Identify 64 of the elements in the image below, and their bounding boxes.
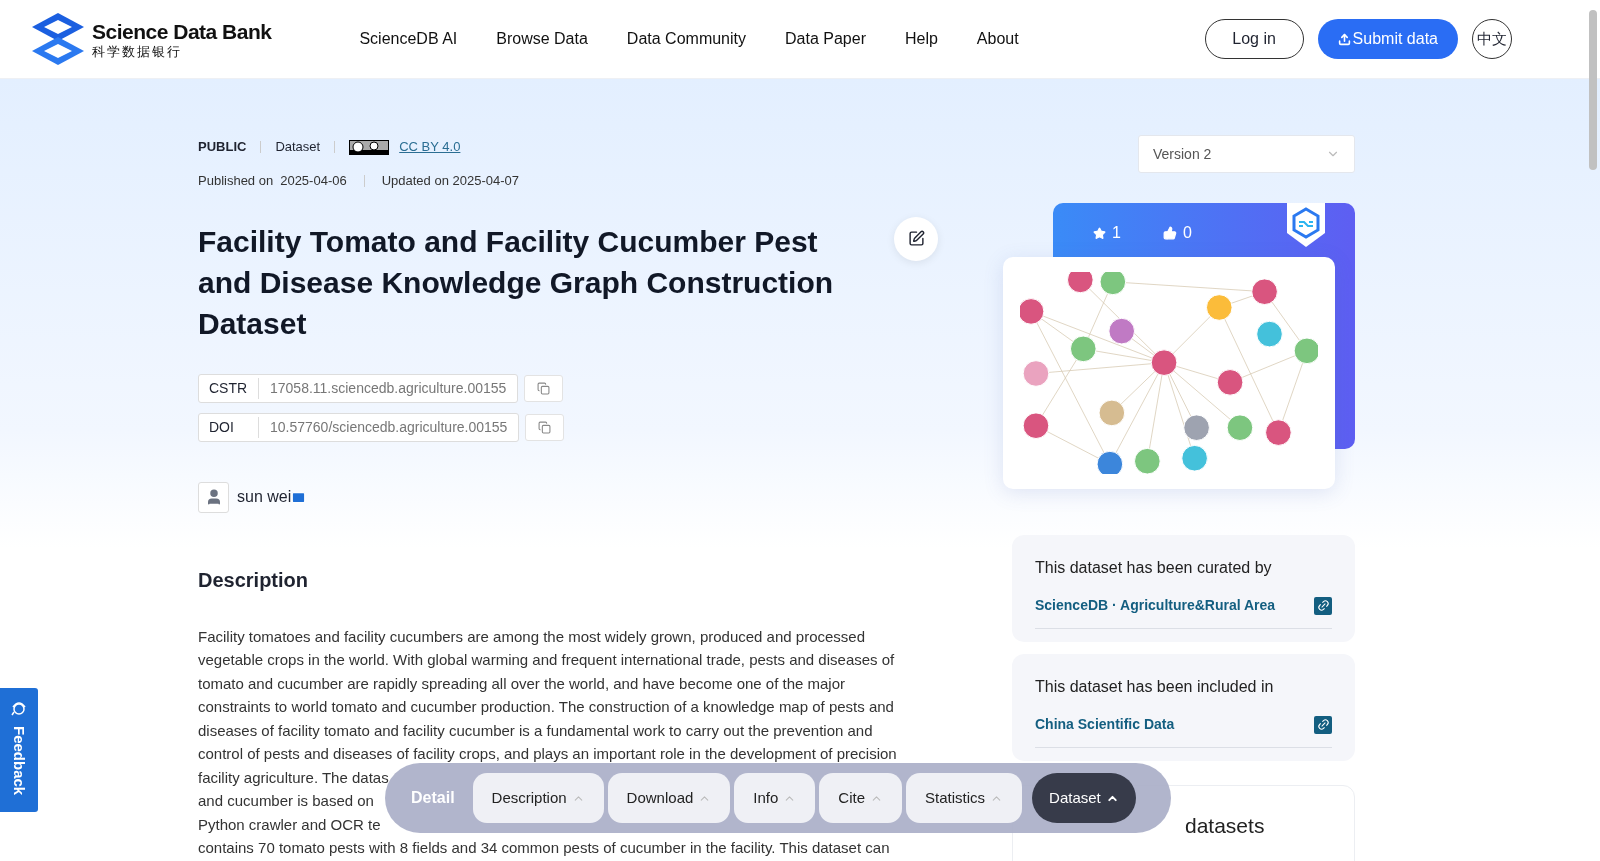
section-tab[interactable]: Download: [607, 773, 731, 823]
collection-caption: This dataset has been curated by: [1035, 558, 1273, 578]
language-button[interactable]: 中文: [1472, 19, 1512, 59]
description-line: Facility tomatoes and facility cucumbers are among the most widely grown, produced and processed: [198, 626, 865, 647]
collection-link[interactable]: ScienceDB · Agriculture&Rural Area: [1035, 595, 1276, 616]
star-icon: [1093, 226, 1106, 240]
nav-link[interactable]: Help: [904, 27, 938, 51]
published-date: 2025-04-06: [280, 172, 347, 190]
thumbs-up-icon: [1162, 226, 1177, 240]
nav-link[interactable]: ScienceDB AI: [359, 27, 458, 51]
access-label: PUBLIC: [198, 138, 247, 157]
like-count[interactable]: 0: [1162, 221, 1192, 245]
type-label: Dataset: [275, 138, 321, 157]
identifier-value: 10.57760/sciencedb.agriculture.00155: [269, 417, 509, 437]
cc-license-icon: [349, 139, 390, 155]
section-tab[interactable]: Cite: [819, 773, 903, 823]
nav-link[interactable]: Data Community: [626, 27, 746, 51]
login-button[interactable]: Log in: [1204, 19, 1304, 59]
license-link[interactable]: CC BY 4.0: [399, 137, 461, 157]
logo-subtitle: 科学数据银行: [92, 44, 183, 58]
submit-data-button[interactable]: Submit data: [1317, 19, 1458, 59]
section-nav-title: Detail: [411, 788, 455, 808]
upload-icon: [1337, 32, 1351, 46]
description-line: diseases of facility tomato and facility cucumber is a fundamental work to carry out the prevention and: [198, 720, 873, 741]
copy-icon: [537, 381, 551, 395]
related-heading: datasets: [1185, 814, 1265, 837]
nav-link[interactable]: Data Paper: [785, 27, 866, 51]
section-tab[interactable]: Info: [734, 773, 816, 823]
identifier-label: CSTR: [199, 377, 259, 399]
updated-date: Updated on 2025-04-07: [381, 172, 519, 190]
section-tab[interactable]: Description: [472, 773, 604, 823]
nav-link[interactable]: Browse Data: [496, 27, 588, 51]
identifier-value: 17058.11.sciencedb.agriculture.00155: [269, 378, 508, 398]
description-line: Python crawler and OCR te: [198, 814, 381, 835]
identifier-label: DOI: [199, 416, 259, 438]
description-line: contains 70 tomato pests with 8 fields and 34 common pests of cucumber in the facility. This dataset can: [198, 838, 890, 858]
description-line: control of pests and diseases of facility crops, and plays an important role in the development of precision: [198, 744, 897, 764]
dataset-title: Facility Tomato and Facility Cucumber Pest and Disease Knowledge Graph Construction Dataset: [198, 223, 835, 342]
feedback-tab[interactable]: Feedback: [0, 688, 38, 812]
share-button[interactable]: [894, 216, 938, 261]
description-line: facility agriculture. The datas: [198, 767, 389, 788]
logo-title: Science Data Bank: [92, 20, 272, 42]
author-name[interactable]: sun wei: [237, 485, 292, 509]
scrollbar[interactable]: [1589, 10, 1597, 170]
description-line: constraints to world tomato and cucumber production. The construction of a knowledge map of pests and: [198, 697, 894, 717]
collection-caption: This dataset has been included in: [1035, 677, 1275, 697]
logo-icon: [30, 11, 86, 67]
avatar-icon: [198, 481, 229, 513]
nav-link[interactable]: About: [976, 27, 1019, 51]
description-line: vegetable crops in the world. With global warming and frequent international trade, pests and diseases of: [198, 650, 895, 670]
favorite-count[interactable]: 1: [1093, 221, 1121, 245]
copy-icon: [538, 420, 552, 434]
description-line: tomato and cucumber are rapidly spreading all over the world, and have become one of the major: [198, 673, 846, 694]
edit-icon: [907, 230, 925, 247]
published-label: Published on: [198, 172, 274, 190]
collection-link[interactable]: China Scientific Data: [1035, 714, 1175, 735]
version-select[interactable]: Version 2: [1138, 135, 1355, 173]
link-icon[interactable]: [1314, 596, 1332, 615]
link-icon[interactable]: [1314, 715, 1332, 734]
description-line: and cucumber is based on: [198, 791, 374, 811]
section-tab[interactable]: Dataset: [1032, 773, 1136, 823]
hexagon-badge-icon: [1287, 203, 1325, 247]
section-tab[interactable]: Statistics: [906, 773, 1023, 823]
section-heading: Description: [198, 567, 310, 593]
